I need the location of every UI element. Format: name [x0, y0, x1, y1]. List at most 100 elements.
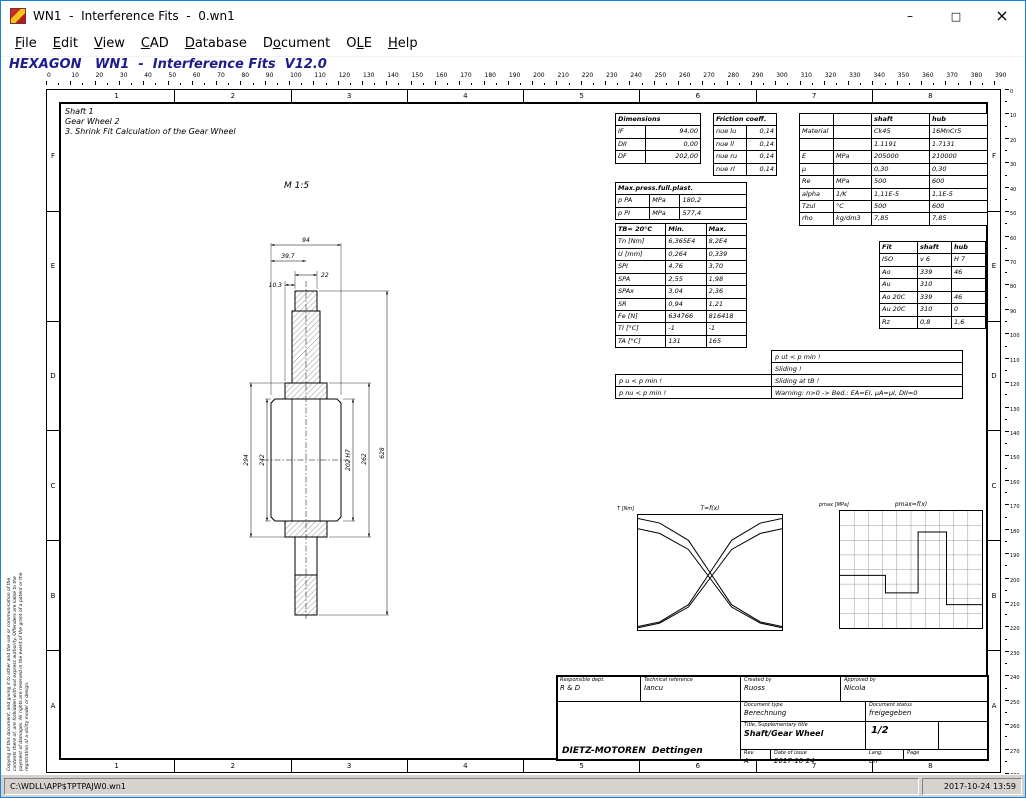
titleblock-document-status: Document status freigegeben — [867, 702, 987, 721]
table-row: TA [°C]131165 — [616, 335, 747, 347]
title-block: Responsible dept. R & D Technical refere… — [556, 675, 989, 761]
menu-document[interactable]: Document — [255, 33, 338, 54]
line: p nu < p min ! — [615, 386, 777, 399]
minimize-button[interactable]: – — [887, 1, 933, 31]
menu-database[interactable]: Database — [177, 33, 255, 54]
table-row: µ0,300,30 — [800, 163, 988, 175]
table-row: SPA2,551,98 — [616, 273, 747, 285]
technical-reference-value: Iancu — [642, 684, 739, 693]
frame-ref-cell: B — [988, 540, 1000, 650]
table-row: Fe [N]634766816418 — [616, 310, 747, 322]
frame-ref-cell: 5 — [523, 90, 639, 102]
menubar: FileEditViewCADDatabaseDocumentOLEHelp — [1, 31, 1025, 57]
frame-ref-cell: 2 — [174, 760, 290, 772]
drawing-canvas[interactable]: 12345678 12345678 FEDCBA FEDCBA Shaft 1G… — [1, 85, 1025, 774]
menu-edit[interactable]: Edit — [45, 33, 86, 54]
table-row: MaterialCk4516MnCr5 — [800, 126, 988, 138]
line: 3. Shrink Fit Calculation of the Gear Wh… — [65, 127, 236, 137]
titleblock-date-value: 2017-10-24 — [772, 757, 862, 768]
frame-ref-cell: D — [47, 321, 59, 431]
dim-label: 242 — [259, 454, 266, 466]
table-row: alpha1/K1,11E-51,1E-5 — [800, 188, 988, 200]
menu-file[interactable]: File — [7, 33, 45, 54]
dimensions-table-title: Dimensions — [616, 114, 701, 126]
table-row: ReMPa500600 — [800, 176, 988, 188]
table-row: Rz0,81,6 — [880, 316, 986, 328]
close-icon: × — [995, 8, 1008, 24]
responsible-dept-label: Responsible dept. — [558, 677, 639, 684]
company-name: DIETZ-MOTOREN Dettingen — [562, 746, 703, 756]
table-row: U [mm]0,2640,339 — [616, 248, 747, 260]
dim-label: 10.3 — [269, 282, 283, 289]
torque-chart-ylabel: T [Nm] — [617, 506, 634, 512]
title-label: Title, Supplementary title — [742, 722, 863, 729]
frame-ref-cell: 7 — [756, 90, 872, 102]
table-row: rhokg/dm37,857,85 — [800, 213, 988, 225]
frame-ref-cell: E — [988, 211, 1000, 321]
close-button[interactable]: × — [979, 1, 1025, 31]
pressure-chart: pmax [MPa] pmax=f(x) — [819, 501, 987, 643]
menu-cad[interactable]: CAD — [133, 33, 177, 54]
torque-chart-plot — [637, 514, 783, 631]
frame-ref-cell: F — [47, 102, 59, 211]
pressure-chart-title: pmax=f(x) — [839, 501, 983, 508]
table-row: DII0,00 — [616, 138, 701, 150]
frame-rows-right: FEDCBA — [988, 102, 1000, 760]
scale-label: M 1:5 — [284, 181, 309, 191]
table-row: Tzul°C500600 — [800, 200, 988, 212]
app-window: WN1 - Interference Fits - 0.wn1 – □ × Fi… — [0, 0, 1026, 798]
max-pressure-table-title: Max.press.full.plast. — [616, 183, 747, 195]
max-pressure-table: Max.press.full.plast. p PAMPa180,2p PIMP… — [615, 182, 747, 220]
frame-columns-top: 12345678 — [59, 90, 988, 102]
vertical-ruler: 0102030405060708090100110120130140150160… — [1005, 89, 1023, 773]
drawing-notes: Shaft 1Gear Wheel 23. Shrink Fit Calcula… — [65, 107, 236, 137]
fit-table: Fitshafthub ISOv 6H 7Ao33946Au310Ao 20C3… — [879, 241, 986, 329]
frame-ref-cell: 2 — [174, 90, 290, 102]
titleblock-responsible-dept: Responsible dept. R & D — [558, 677, 639, 701]
menu-view[interactable]: View — [86, 33, 133, 54]
titleblock-document-type: Document type Berechnung — [742, 702, 863, 721]
table-row: TI [°C]-1-1 — [616, 323, 747, 335]
rev-value: A — [742, 757, 769, 766]
dim-label: 294 — [243, 454, 250, 466]
line: Warning: n>0 -> Bed.: EA=EI, µA=µI, DII=… — [771, 386, 963, 399]
table-row: nue rl0,14 — [714, 163, 777, 175]
frame-ref-cell: 1 — [59, 760, 174, 772]
frame-ref-cell: A — [47, 650, 59, 760]
window-title: WN1 - Interference Fits - 0.wn1 — [33, 9, 235, 23]
frame-ref-cell: 6 — [639, 760, 755, 772]
table-row: Ao 20C33946 — [880, 291, 986, 303]
table-row: p PAMPa180,2 — [616, 195, 747, 207]
table-row: Ao33946 — [880, 266, 986, 278]
minimize-icon: – — [907, 9, 913, 23]
document-status-value: freigegeben — [867, 709, 987, 718]
menu-help[interactable]: Help — [380, 33, 426, 54]
table-row: p PIMPa577,4 — [616, 207, 747, 219]
menu-ole[interactable]: OLE — [338, 33, 380, 54]
dim-label: 262 — [361, 453, 368, 465]
table-row: Tn [Nm]6,365E48,2E4 — [616, 236, 747, 248]
table-row: Au310 — [880, 279, 986, 291]
approved-by-value: Nicola — [842, 684, 987, 693]
table-row: ISOv 6H 7 — [880, 254, 986, 266]
status-datetime: 2017-10-24 13:59 — [922, 778, 1022, 795]
dim-label: 94 — [302, 237, 310, 244]
titleblock-sheet: 1/2 — [867, 722, 937, 749]
frame-ref-cell: 4 — [407, 760, 523, 772]
maximize-button[interactable]: □ — [933, 1, 979, 31]
rev-label: Rev. — [742, 750, 769, 757]
document-type-value: Berechnung — [742, 709, 863, 718]
line: Shaft 1 — [65, 107, 236, 117]
table-row: SR0,941,21 — [616, 298, 747, 310]
frame-ref-cell: 3 — [291, 760, 407, 772]
titleblock-title: Title, Supplementary title Shaft/Gear Wh… — [742, 722, 863, 749]
created-by-label: Created by — [742, 677, 839, 684]
dimensions-table: Dimensions IF94,00DII0,00DF202,00 — [615, 113, 701, 164]
frame-ref-cell: 1 — [59, 90, 174, 102]
sheet-value: 1/2 — [867, 722, 937, 739]
horizontal-ruler: 0102030405060708090100110120130140150160… — [46, 73, 994, 85]
statusbar: C:\WDLL\APP$TPTPAJW0.wn1 2017-10-24 13:5… — [1, 774, 1025, 797]
lang-label: Lang. — [867, 750, 902, 757]
frame-ref-cell: B — [47, 540, 59, 650]
frame-ref-cell: 4 — [407, 90, 523, 102]
